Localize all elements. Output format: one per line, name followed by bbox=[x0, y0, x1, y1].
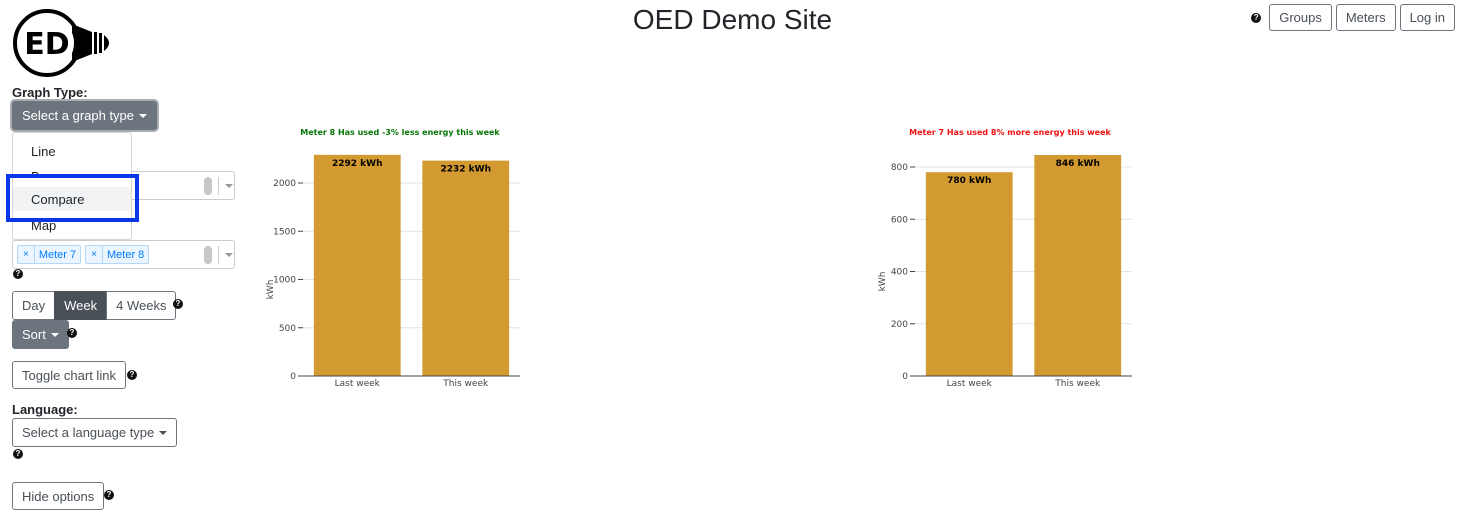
graph-type-dropdown-label: Select a graph type bbox=[22, 108, 135, 123]
caret-down-icon bbox=[139, 113, 148, 118]
language-dropdown[interactable]: Select a language type bbox=[12, 418, 178, 447]
help-icon[interactable]: ? bbox=[173, 299, 183, 309]
data-label: 2292 kWh bbox=[332, 159, 383, 169]
y-tick-label: 1500 bbox=[273, 227, 296, 237]
bar bbox=[1034, 154, 1122, 376]
scrollbar[interactable] bbox=[204, 245, 212, 264]
graph-type-dropdown[interactable]: Select a graph type bbox=[12, 101, 158, 130]
interval-day-button[interactable]: Day bbox=[12, 291, 56, 320]
highlight-box bbox=[6, 174, 139, 222]
help-icon[interactable]: ? bbox=[67, 328, 77, 338]
bar bbox=[313, 154, 401, 376]
y-tick-label: 1000 bbox=[273, 276, 296, 286]
help-icon[interactable]: ? bbox=[127, 370, 137, 380]
y-tick-label: 800 bbox=[891, 163, 908, 173]
y-tick-label: 0 bbox=[290, 372, 296, 382]
sort-button[interactable]: Sort bbox=[12, 320, 69, 349]
bar bbox=[925, 172, 1013, 376]
page-title: OED Demo Site bbox=[632, 4, 833, 35]
data-label: 2232 kWh bbox=[440, 165, 491, 175]
y-tick-label: 400 bbox=[891, 268, 908, 278]
y-tick-label: 600 bbox=[891, 215, 908, 225]
meters-select[interactable]: × Meter 7 × Meter 8 bbox=[12, 240, 235, 269]
remove-meter-icon[interactable]: × bbox=[18, 246, 35, 263]
y-tick-label: 2000 bbox=[273, 179, 296, 189]
x-tick-label: Last week bbox=[335, 379, 381, 389]
hide-options-button[interactable]: Hide options bbox=[12, 482, 105, 510]
caret-down-icon bbox=[50, 332, 59, 337]
groups-button[interactable]: Groups bbox=[1269, 4, 1332, 31]
toggle-chart-link-button[interactable]: Toggle chart link bbox=[12, 361, 126, 389]
chart-title: Meter 7 Has used 8% more energy this wee… bbox=[909, 128, 1111, 137]
login-button[interactable]: Log in bbox=[1399, 4, 1455, 31]
help-icon[interactable]: ? bbox=[13, 269, 23, 279]
chart-title: Meter 8 Has used -3% less energy this we… bbox=[300, 128, 500, 137]
y-tick-label: 500 bbox=[279, 324, 296, 334]
data-label: 780 kWh bbox=[947, 176, 991, 186]
time-interval-group: Day Week 4 Weeks bbox=[12, 291, 177, 320]
caret-down-icon bbox=[159, 430, 168, 435]
top-nav: ? Groups Meters Log in bbox=[1251, 4, 1455, 31]
compare-chart-meter-7: 0 200 400 600 800 kWh 780 kWh Last week 846 kWh T… bbox=[878, 154, 1132, 389]
graph-type-label: Graph Type: bbox=[12, 85, 88, 100]
sort-label: Sort bbox=[22, 327, 46, 342]
language-dropdown-label: Select a language type bbox=[22, 425, 155, 440]
x-tick-label: This week bbox=[442, 379, 489, 389]
y-tick-label: 200 bbox=[891, 320, 908, 330]
remove-meter-icon[interactable]: × bbox=[86, 246, 103, 263]
y-tick-label: 0 bbox=[902, 372, 908, 382]
help-icon[interactable]: ? bbox=[104, 490, 114, 500]
x-tick-label: Last week bbox=[947, 379, 993, 389]
scrollbar[interactable] bbox=[204, 176, 212, 195]
chevron-down-icon[interactable] bbox=[225, 252, 233, 257]
language-label: Language: bbox=[12, 402, 78, 417]
meters-button[interactable]: Meters bbox=[1335, 4, 1396, 31]
chevron-down-icon[interactable] bbox=[225, 183, 233, 188]
bar bbox=[422, 160, 510, 376]
y-axis-label: kWh bbox=[878, 272, 888, 292]
meter-tag-label: Meter 8 bbox=[106, 248, 145, 261]
meter-tag: × Meter 8 bbox=[85, 245, 150, 264]
meter-tag: × Meter 7 bbox=[17, 245, 82, 264]
interval-4weeks-button[interactable]: 4 Weeks bbox=[106, 291, 177, 320]
meter-tag-label: Meter 7 bbox=[38, 248, 77, 261]
help-icon[interactable]: ? bbox=[1251, 12, 1262, 23]
interval-week-button[interactable]: Week bbox=[54, 291, 108, 320]
data-label: 846 kWh bbox=[1056, 159, 1100, 169]
compare-chart-meter-8: 0 500 1000 1500 2000 kWh 2292 kWh Last week 2232… bbox=[266, 154, 520, 389]
y-axis-label: kWh bbox=[266, 280, 276, 300]
menu-item-line[interactable]: Line bbox=[13, 139, 131, 163]
help-icon[interactable]: ? bbox=[13, 449, 23, 459]
x-tick-label: This week bbox=[1054, 379, 1101, 389]
